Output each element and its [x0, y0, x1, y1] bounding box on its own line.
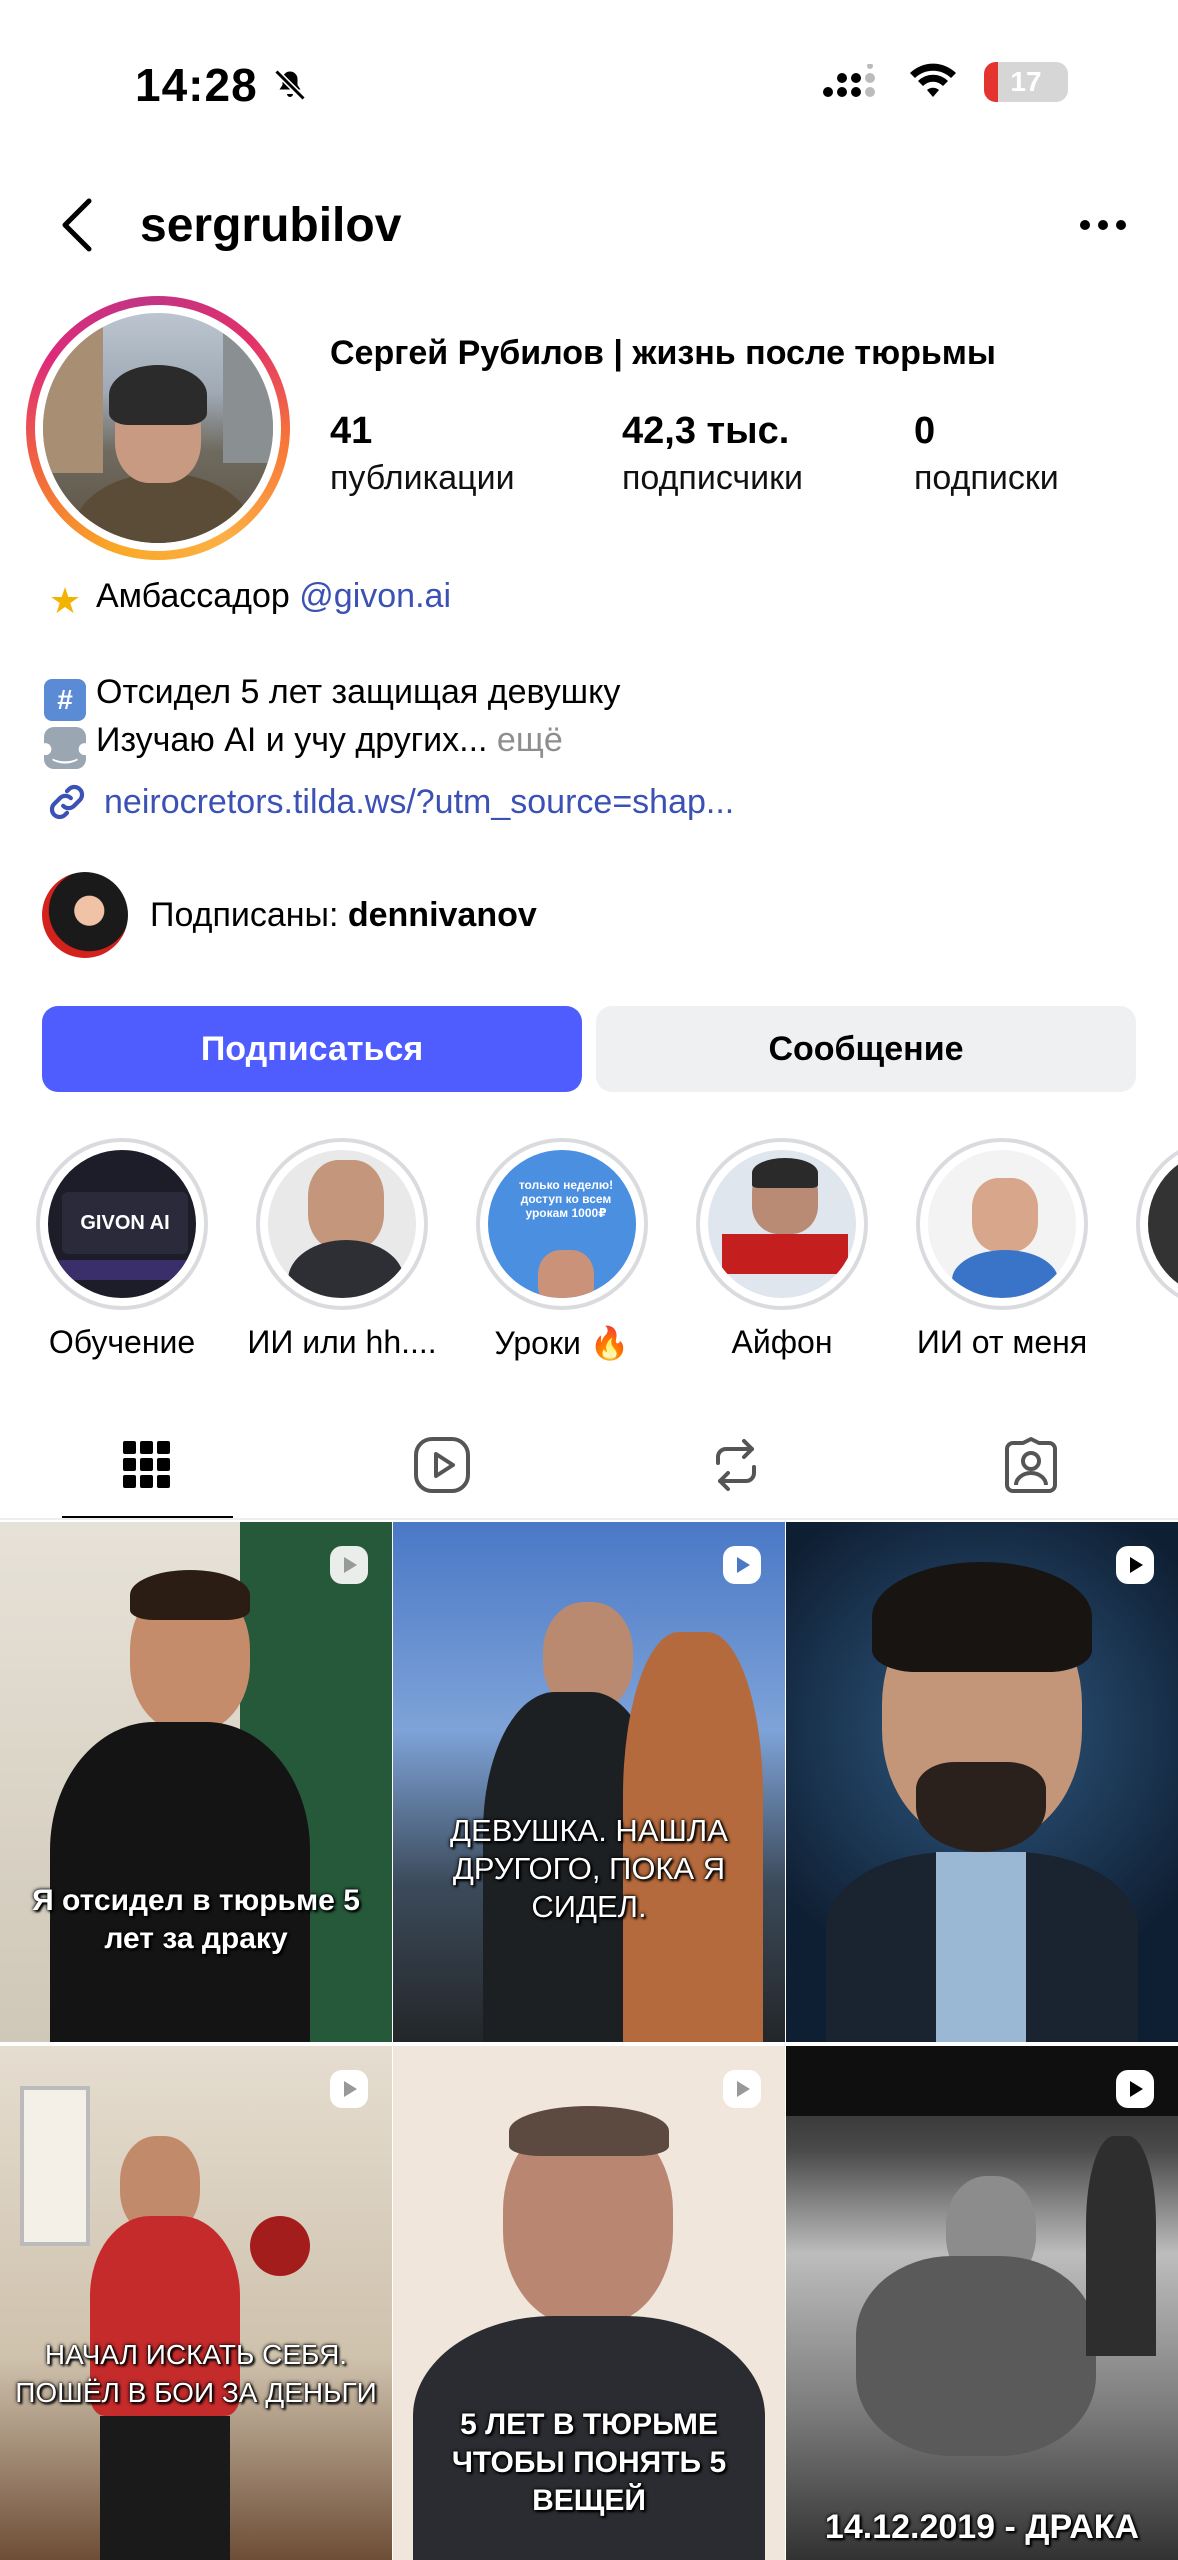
post-caption: НАЧАЛ ИСКАТЬ СЕБЯ. ПОШЁЛ В БОИ ЗА ДЕНЬГИ — [15, 2339, 377, 2408]
follower-avatar — [42, 872, 128, 958]
stat-posts[interactable]: 41 публикации — [330, 410, 622, 498]
highlight-item[interactable]: ИИ или hh.... — [247, 1138, 437, 1362]
highlight-item[interactable]: Айфон — [696, 1138, 868, 1362]
followed-by-row[interactable]: Подписаны: dennivanov — [42, 872, 537, 958]
highlight-item[interactable]: только неделю! доступ ко всем урокам 100… — [476, 1138, 648, 1362]
profile-tabs — [0, 1410, 1178, 1520]
highlight-item[interactable]: С — [1136, 1138, 1178, 1362]
post-thumbnail[interactable]: 5 ЛЕТ В ТЮРЬМЕ ЧТОБЫ ПОНЯТЬ 5 ВЕЩЕЙ — [393, 2046, 785, 2560]
bio-mention-link[interactable]: @givon.ai — [299, 577, 451, 615]
highlight-label: Уроки 🔥 — [494, 1325, 630, 1361]
highlight-givon-text: GIVON AI — [62, 1192, 188, 1254]
avatar-photo — [43, 313, 273, 543]
highlight-label: ИИ или hh.... — [247, 1324, 437, 1360]
bio-line-story: # Отсидел 5 лет защищая девушку — [44, 668, 1144, 721]
profile-display-name: Сергей Рубилов | жизнь после тюрьмы — [330, 334, 996, 372]
link-text: neirocretors.tilda.ws/?utm_source=shap..… — [104, 783, 735, 821]
hash-emoji-icon: # — [44, 679, 86, 721]
highlight-item[interactable]: GIVON AI Обучение — [36, 1138, 208, 1362]
post-caption: Я отсидел в тюрьме 5 лет за драку — [32, 1884, 360, 1955]
highlight-cover — [928, 1150, 1076, 1298]
bio-line-ai: ●‿●Изучаю AI и учу других... ещё — [37, 716, 1144, 769]
robot-emoji-icon: ●‿● — [37, 727, 93, 769]
bio-story-text: Отсидел 5 лет защищая девушку — [96, 673, 621, 711]
post-thumbnail[interactable]: НАЧАЛ ИСКАТЬ СЕБЯ. ПОШЁЛ В БОИ ЗА ДЕНЬГИ — [0, 2046, 392, 2560]
highlight-cover: только неделю! доступ ко всем урокам 100… — [488, 1150, 636, 1298]
profile-avatar[interactable] — [26, 296, 290, 560]
stat-following-count: 0 — [914, 410, 936, 452]
stat-followers[interactable]: 42,3 тыс. подписчики — [622, 410, 914, 498]
battery-level: 17 — [1010, 66, 1042, 97]
grid-icon — [123, 1441, 171, 1488]
highlight-cover — [708, 1150, 856, 1298]
reposts-icon — [716, 1439, 757, 1491]
post-thumbnail[interactable]: Я отсидел в тюрьме 5 лет за драку — [0, 1522, 392, 2042]
tab-reels[interactable] — [295, 1410, 590, 1520]
message-button[interactable]: Сообщение — [596, 1006, 1136, 1092]
clock-text: 14:28 — [135, 59, 258, 111]
reel-badge-icon — [1116, 2070, 1154, 2108]
cellular-signal-icon — [823, 64, 875, 97]
profile-header: sergrubilov — [0, 170, 1178, 280]
more-dots-icon — [1080, 220, 1126, 230]
tab-posts[interactable] — [0, 1410, 295, 1520]
reel-badge-icon — [723, 1546, 761, 1584]
highlight-label: ИИ от меня — [916, 1324, 1088, 1360]
posts-grid: Я отсидел в тюрьме 5 лет за драку ДЕВУШК… — [0, 1522, 1178, 2560]
reel-badge-icon — [330, 1546, 368, 1584]
highlight-cover — [1148, 1150, 1178, 1298]
tab-reposts[interactable] — [589, 1410, 884, 1520]
highlight-lessons-text: только неделю! доступ ко всем урокам 100… — [518, 1178, 614, 1220]
profile-username: sergrubilov — [140, 199, 402, 252]
follow-button[interactable]: Подписаться — [42, 1006, 582, 1092]
status-time: 14:28 — [135, 58, 308, 112]
highlight-label: Айфон — [731, 1324, 833, 1360]
stat-following-label: подписки — [914, 459, 1059, 497]
reel-badge-icon — [1116, 1546, 1154, 1584]
stat-following[interactable]: 0 подписки — [914, 410, 1059, 498]
bio-line-ambassador: ★ Амбассадор @givon.ai — [44, 572, 1144, 622]
followed-by-user: dennivanov — [347, 895, 537, 934]
stat-followers-label: подписчики — [622, 459, 804, 497]
reel-badge-icon — [723, 2070, 761, 2108]
post-caption: ДЕВУШКА. НАШЛА ДРУГОГО, ПОКА Я СИДЕЛ. — [450, 1813, 728, 1924]
mute-bell-icon — [274, 69, 306, 101]
tab-tagged[interactable] — [884, 1410, 1178, 1520]
post-thumbnail[interactable]: 14.12.2019 - ДРАКА — [786, 2046, 1178, 2560]
stat-posts-count: 41 — [330, 410, 373, 452]
highlight-cover — [268, 1150, 416, 1298]
bio-ambassador-text: Амбассадор — [96, 577, 300, 615]
battery-indicator: 17 — [984, 62, 1068, 102]
story-highlights: GIVON AI Обучение ИИ или hh.... только н… — [36, 1138, 1178, 1362]
post-thumbnail[interactable]: ДЕВУШКА. НАШЛА ДРУГОГО, ПОКА Я СИДЕЛ. — [393, 1522, 785, 2042]
status-bar: 14:28 17 — [0, 0, 1178, 170]
bio-ai-text: Изучаю AI и учу других... — [96, 721, 488, 759]
highlight-cover: GIVON AI — [48, 1150, 196, 1298]
wifi-icon — [910, 63, 956, 97]
profile-stats: 41 публикации 42,3 тыс. подписчики 0 под… — [330, 410, 1059, 498]
star-emoji-icon: ★ — [48, 580, 82, 621]
post-thumbnail[interactable] — [786, 1522, 1178, 2042]
stat-posts-label: публикации — [330, 459, 515, 497]
highlight-item[interactable]: ИИ от меня — [916, 1138, 1088, 1362]
tagged-icon — [1004, 1437, 1057, 1493]
reel-badge-icon — [330, 2070, 368, 2108]
bio-more-link[interactable]: ещё — [487, 721, 563, 759]
bio-external-link[interactable]: neirocretors.tilda.ws/?utm_source=shap..… — [44, 778, 1144, 826]
status-icons: 17 — [822, 62, 1068, 102]
stat-followers-count: 42,3 тыс. — [622, 410, 790, 452]
reels-icon — [413, 1437, 470, 1493]
back-button[interactable] — [46, 190, 106, 260]
tabs-divider — [0, 1518, 1178, 1520]
link-icon — [49, 784, 85, 820]
chevron-left-icon — [62, 198, 92, 252]
post-caption: 5 ЛЕТ В ТЮРЬМЕ ЧТОБЫ ПОНЯТЬ 5 ВЕЩЕЙ — [451, 2408, 727, 2517]
highlight-label: Обучение — [48, 1324, 196, 1360]
followed-by-label: Подписаны: — [150, 895, 348, 934]
post-caption: 14.12.2019 - ДРАКА — [824, 2508, 1140, 2546]
more-options-button[interactable] — [1068, 200, 1138, 250]
